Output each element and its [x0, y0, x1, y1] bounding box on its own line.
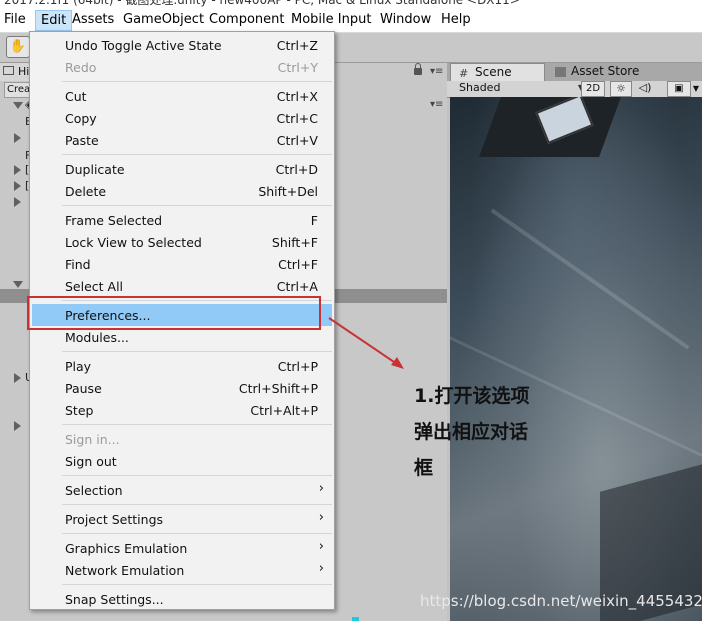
watermark: https://blog.csdn.net/weixin_44554329: [420, 592, 702, 610]
annotation-text: 1.打开该选项 弹出相应对话 框: [414, 378, 564, 486]
annotation-line: 框: [414, 457, 434, 479]
annotation-line: 弹出相应对话: [414, 421, 529, 443]
annotation-line: 1.打开该选项: [414, 385, 530, 407]
annotation-arrow: [328, 317, 404, 369]
cyan-mark: [352, 617, 359, 621]
